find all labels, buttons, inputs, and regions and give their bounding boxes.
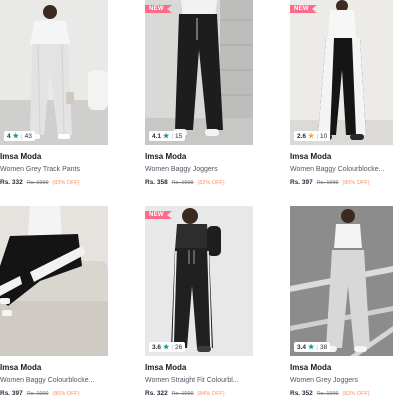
price-discount: (80% OFF) — [342, 180, 370, 186]
product-card[interactable]: Imsa Moda Women Baggy Colourblocke... Rs… — [0, 206, 108, 399]
product-price: Rs. 352 Rs. 1999 (82% OFF) — [290, 389, 393, 399]
price-now: Rs. 358 — [145, 179, 168, 186]
price-discount: (80% OFF) — [52, 391, 80, 397]
product-image[interactable]: 4 ★ | 43 — [0, 0, 108, 145]
rating-badge: 4.1 ★ | 15 — [149, 131, 186, 141]
product-card[interactable]: NEW 4.1 ★ | 15 Imsa Moda Women Baggy Jog… — [145, 0, 253, 188]
product-brand: Imsa Moda — [145, 152, 187, 161]
product-price: Rs. 332 Rs. 1999 (83% OFF) — [0, 178, 108, 188]
star-icon: ★ — [163, 133, 170, 140]
product-name: Women Baggy Colourblocke... — [0, 377, 95, 384]
rating-count: 15 — [175, 132, 183, 140]
rating-count: 26 — [175, 343, 183, 351]
product-image[interactable]: NEW 4.1 ★ | 15 — [145, 0, 253, 145]
rating-badge: 3.4 ★ | 38 — [294, 342, 331, 352]
product-brand: Imsa Moda — [290, 152, 332, 161]
price-mrp: Rs. 1999 — [316, 180, 339, 186]
rating-value: 3.6 — [152, 343, 162, 351]
price-discount: (82% OFF) — [342, 391, 370, 397]
price-discount: (84% OFF) — [197, 391, 225, 397]
product-name: Women Baggy Colourblocke... — [290, 166, 385, 173]
product-card[interactable]: 3.4 ★ | 38 Imsa Moda Women Grey Joggers … — [290, 206, 393, 399]
price-mrp: Rs. 1999 — [26, 180, 49, 186]
product-brand: Imsa Moda — [290, 363, 332, 372]
star-icon: ★ — [308, 344, 315, 351]
product-image[interactable]: 3.4 ★ | 38 — [290, 206, 393, 356]
rating-count: 38 — [320, 343, 328, 351]
rating-count: 10 — [320, 132, 328, 140]
star-icon: ★ — [308, 133, 315, 140]
price-mrp: Rs. 1999 — [171, 180, 194, 186]
product-card[interactable]: 4 ★ | 43 Imsa Moda Women Grey Track Pant… — [0, 0, 108, 188]
rating-badge: 4 ★ | 43 — [4, 131, 35, 141]
price-now: Rs. 352 — [290, 390, 313, 397]
product-price: Rs. 358 Rs. 1999 (82% OFF) — [145, 178, 253, 188]
rating-badge: 3.6 ★ | 26 — [149, 342, 186, 352]
product-price: Rs. 397 Rs. 1999 (80% OFF) — [0, 389, 108, 399]
price-now: Rs. 332 — [0, 179, 23, 186]
product-name: Women Baggy Joggers — [145, 166, 218, 173]
product-grid: 4 ★ | 43 Imsa Moda Women Grey Track Pant… — [0, 0, 393, 400]
product-image[interactable]: NEW 2.6 ★ | 10 — [290, 0, 393, 145]
product-image[interactable] — [0, 206, 108, 356]
price-now: Rs. 397 — [0, 390, 23, 397]
price-mrp: Rs. 1999 — [171, 391, 194, 397]
star-icon: ★ — [12, 133, 19, 140]
product-name: Women Straight Fit Colourbl... — [145, 377, 239, 384]
product-brand: Imsa Moda — [145, 363, 187, 372]
rating-badge: 2.6 ★ | 10 — [294, 131, 331, 141]
product-card[interactable]: NEW 3.6 ★ | 26 Imsa Moda Women Straight … — [145, 206, 253, 399]
star-icon: ★ — [163, 344, 170, 351]
price-mrp: Rs. 1999 — [316, 391, 339, 397]
product-brand: Imsa Moda — [0, 152, 42, 161]
product-price: Rs. 322 Rs. 1999 (84% OFF) — [145, 389, 253, 399]
product-name: Women Grey Joggers — [290, 377, 358, 384]
rating-value: 2.6 — [297, 132, 307, 140]
product-image[interactable]: NEW 3.6 ★ | 26 — [145, 206, 253, 356]
rating-value: 4.1 — [152, 132, 162, 140]
product-card[interactable]: NEW 2.6 ★ | 10 Imsa Moda Women Baggy Col… — [290, 0, 393, 188]
price-now: Rs. 322 — [145, 390, 168, 397]
rating-value: 4 — [7, 132, 11, 140]
rating-count: 43 — [24, 132, 32, 140]
product-name: Women Grey Track Pants — [0, 166, 81, 173]
price-discount: (83% OFF) — [52, 180, 80, 186]
product-brand: Imsa Moda — [0, 363, 42, 372]
price-discount: (82% OFF) — [197, 180, 225, 186]
price-mrp: Rs. 1999 — [26, 391, 49, 397]
rating-value: 3.4 — [297, 343, 307, 351]
price-now: Rs. 397 — [290, 179, 313, 186]
product-price: Rs. 397 Rs. 1999 (80% OFF) — [290, 178, 393, 188]
